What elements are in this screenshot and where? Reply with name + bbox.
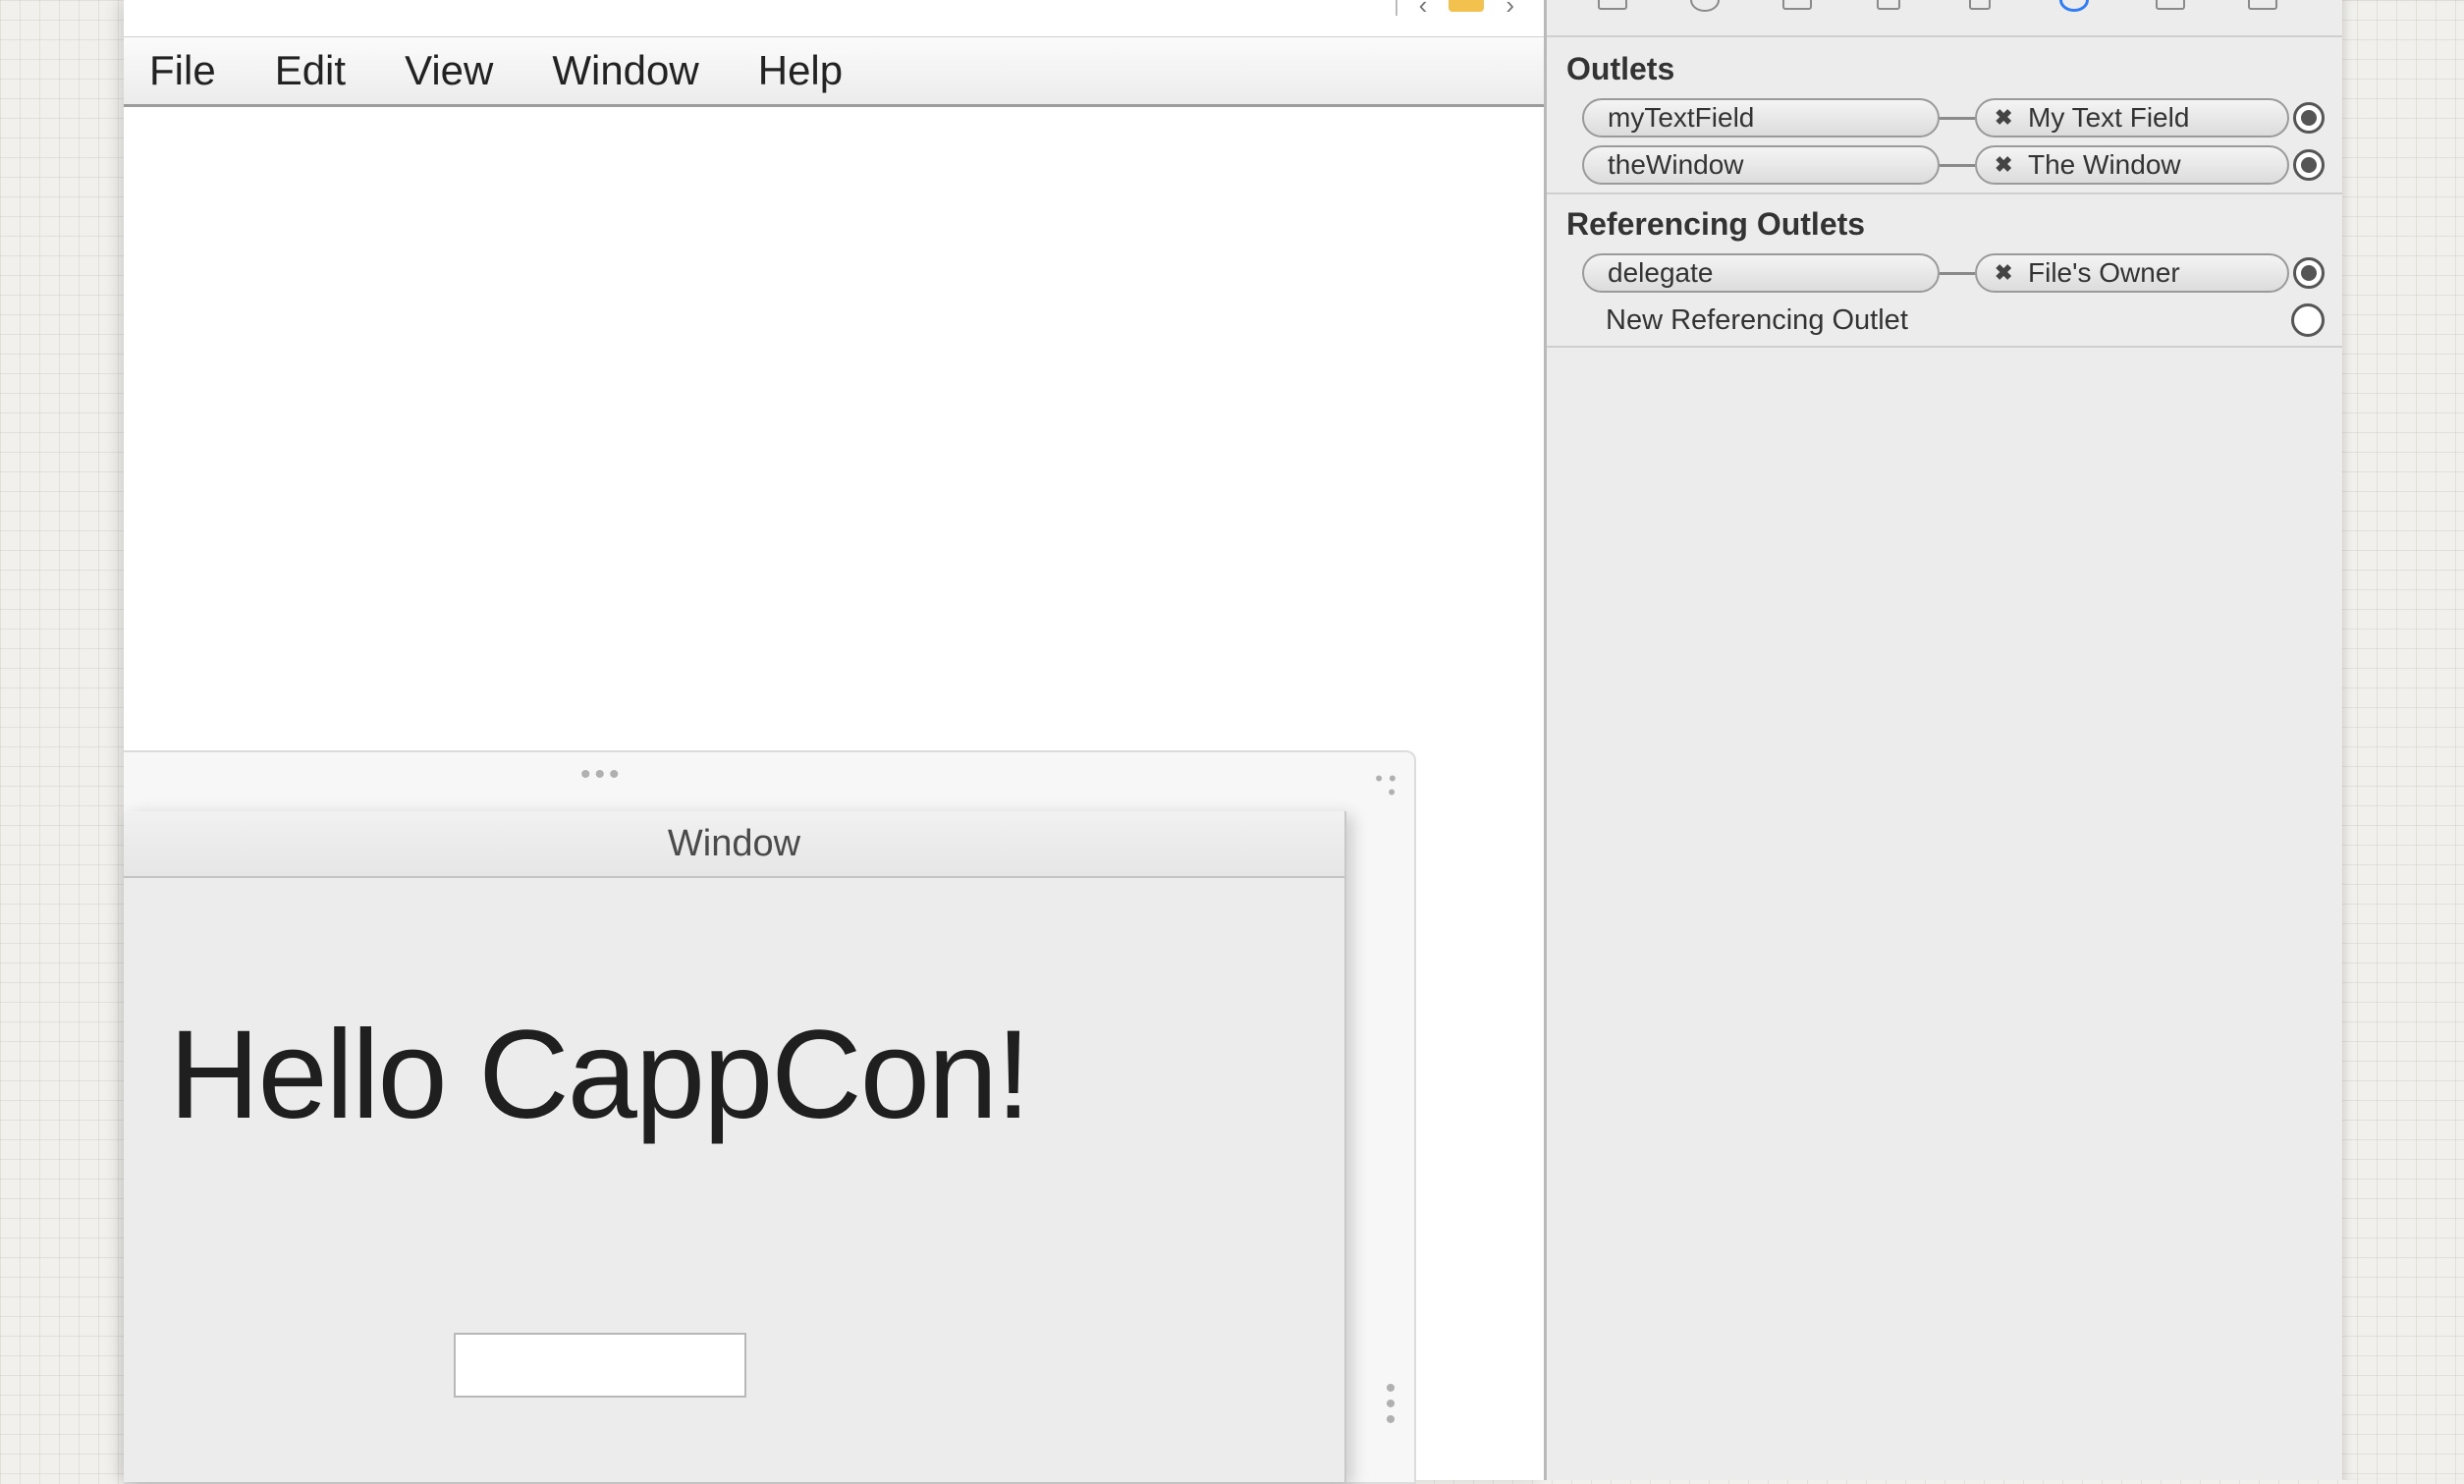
main-menu-bar: File Edit View Window Help	[124, 37, 1544, 107]
connection-line	[1940, 164, 1975, 167]
menu-view[interactable]: View	[379, 37, 493, 104]
toolbar-divider	[1547, 35, 2342, 37]
jump-bar-divider	[1395, 0, 1397, 16]
file-inspector-icon[interactable]	[1598, 0, 1627, 10]
effects-inspector-icon[interactable]	[2248, 0, 2277, 10]
outlet-row: theWindow ✖ The Window	[1582, 145, 2328, 187]
referencing-target-label: File's Owner	[2028, 257, 2180, 288]
text-field[interactable]	[454, 1333, 746, 1398]
disconnect-icon[interactable]: ✖	[1995, 255, 2012, 291]
referencing-outlet-row: delegate ✖ File's Owner	[1582, 253, 2328, 295]
outlet-target[interactable]: ✖ My Text Field	[1975, 98, 2289, 137]
outlet-name[interactable]: myTextField	[1582, 98, 1940, 137]
menu-window[interactable]: Window	[526, 37, 698, 104]
disconnect-icon[interactable]: ✖	[1995, 100, 2012, 136]
outlet-target-label: My Text Field	[2028, 102, 2190, 133]
menu-help[interactable]: Help	[733, 37, 843, 104]
hello-label[interactable]: Hello CappCon!	[169, 1003, 1031, 1147]
editor-top-strip: ‹ ›	[124, 0, 1544, 38]
bindings-inspector-icon[interactable]	[2156, 0, 2185, 10]
help-inspector-icon[interactable]	[1690, 0, 1720, 12]
background-margin	[2342, 0, 2464, 1480]
window-title: Window	[124, 811, 1344, 878]
connections-inspector-icon[interactable]	[2059, 0, 2089, 12]
referencing-outlet-name[interactable]: delegate	[1582, 253, 1940, 293]
outlet-name[interactable]: theWindow	[1582, 145, 1940, 185]
outlets-header: Outlets	[1566, 51, 1675, 86]
connection-line	[1940, 272, 1975, 275]
section-divider	[1547, 192, 2342, 194]
menu-file[interactable]: File	[124, 37, 216, 104]
chevron-left-icon[interactable]: ‹	[1419, 0, 1428, 18]
connected-circle-icon[interactable]	[2293, 102, 2325, 134]
empty-circle-icon[interactable]	[2291, 303, 2325, 337]
jump-bar: ‹ ›	[1395, 0, 1514, 18]
side-resize-handle-icon[interactable]: • • •	[1381, 1374, 1400, 1435]
referencing-outlets-header: Referencing Outlets	[1566, 206, 1866, 242]
window-resize-frame[interactable]: ••• • • • • • • Window Hello CappCon!	[124, 750, 1416, 1484]
interface-builder-canvas: ‹ › File Edit View Window Help ••• • • •…	[124, 0, 1544, 1484]
outlet-target[interactable]: ✖ The Window	[1975, 145, 2289, 185]
section-divider	[1547, 346, 2342, 348]
design-window[interactable]: Window Hello CappCon!	[124, 811, 1346, 1482]
corner-resize-handle-icon[interactable]: • • •	[1371, 768, 1400, 803]
folder-icon[interactable]	[1449, 0, 1485, 12]
inspector-toolbar	[1547, 0, 2342, 14]
disconnect-icon[interactable]: ✖	[1995, 147, 2012, 183]
new-referencing-outlet-label: New Referencing Outlet	[1606, 304, 1908, 336]
chevron-right-icon[interactable]: ›	[1506, 0, 1514, 18]
connection-line	[1940, 117, 1975, 120]
identity-inspector-icon[interactable]	[1782, 0, 1812, 10]
connections-inspector: Outlets myTextField ✖ My Text Field theW…	[1544, 0, 2342, 1480]
connected-circle-icon[interactable]	[2293, 149, 2325, 181]
top-resize-handle-icon[interactable]: •••	[580, 760, 624, 790]
size-inspector-icon[interactable]	[1969, 0, 1991, 10]
outlet-row: myTextField ✖ My Text Field	[1582, 98, 2328, 139]
referencing-outlet-target[interactable]: ✖ File's Owner	[1975, 253, 2289, 293]
menu-edit[interactable]: Edit	[249, 37, 346, 104]
attributes-inspector-icon[interactable]	[1877, 0, 1900, 10]
connected-circle-icon[interactable]	[2293, 257, 2325, 289]
outlet-target-label: The Window	[2028, 149, 2181, 180]
